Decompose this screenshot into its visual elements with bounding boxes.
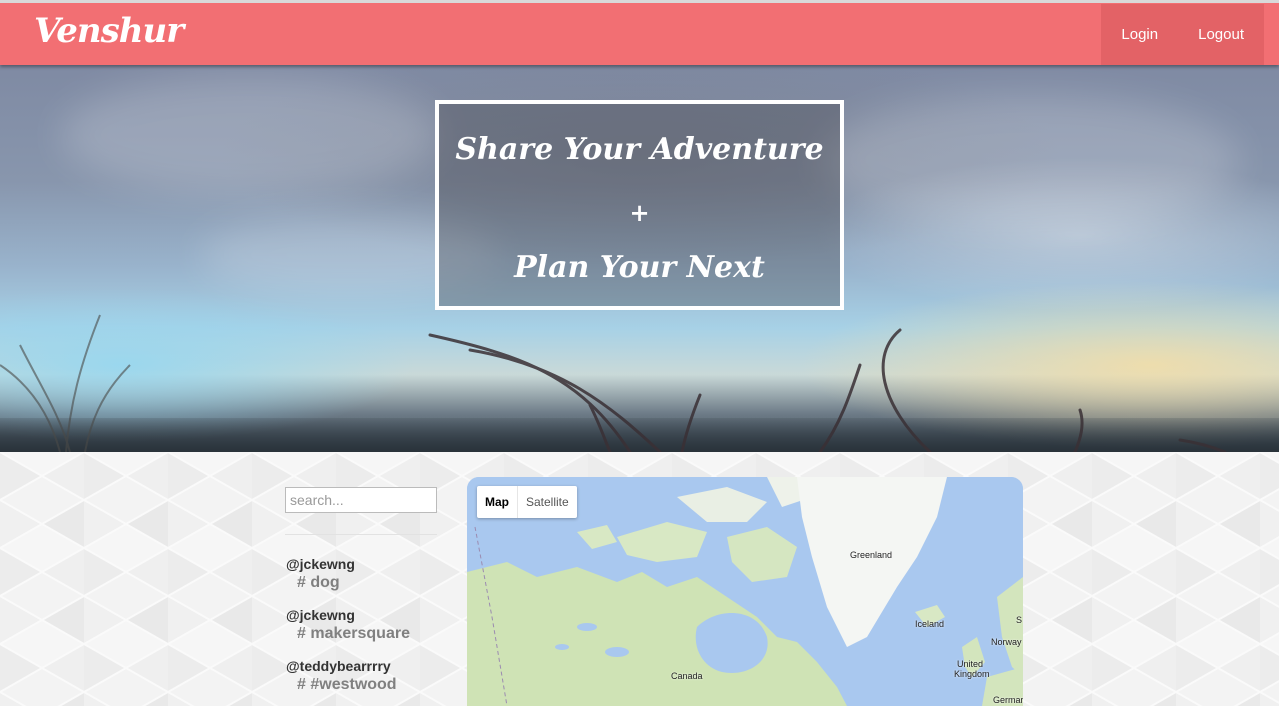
- post-hashtag[interactable]: # #westwood: [286, 676, 446, 694]
- content-section: @jckewng # dog @jckewng # makersquare @t…: [0, 452, 1279, 706]
- navbar: Venshur Login Logout: [0, 0, 1279, 65]
- post-username[interactable]: @teddybearrrry: [286, 658, 446, 674]
- map-label-germany: Germar: [993, 695, 1023, 705]
- divider: [285, 534, 437, 535]
- post-username[interactable]: @jckewng: [286, 556, 446, 572]
- map-type-satellite-button[interactable]: Satellite: [517, 486, 577, 518]
- map-label-uk-line-1: United: [957, 659, 984, 669]
- map-type-map-button[interactable]: Map: [477, 486, 517, 518]
- list-item[interactable]: @jckewng # dog: [286, 556, 446, 607]
- map-label-uk-line-2: Kingdom: [954, 669, 990, 679]
- hero-line-2: Plan Your Next: [514, 250, 765, 285]
- hero-banner: Share Your Adventure + Plan Your Next: [0, 65, 1279, 452]
- map-label-greenland: Greenland: [850, 550, 893, 560]
- hero-tagline-box: Share Your Adventure + Plan Your Next: [435, 100, 844, 310]
- brand-logo[interactable]: Venshur: [34, 11, 184, 51]
- map-type-control: Map Satellite: [477, 486, 577, 518]
- list-item[interactable]: @teddybearrrry # #westwood: [286, 658, 446, 706]
- login-button[interactable]: Login: [1101, 4, 1178, 65]
- logout-button[interactable]: Logout: [1178, 4, 1264, 65]
- hero-plus: +: [629, 198, 650, 227]
- hero-line-1: Share Your Adventure: [455, 132, 824, 167]
- post-hashtag[interactable]: # dog: [286, 574, 446, 592]
- map-label-s: S: [1016, 615, 1023, 625]
- world-map[interactable]: Map Satellite Greenland Iceland Norway S…: [467, 477, 1023, 706]
- list-item[interactable]: @jckewng # makersquare: [286, 607, 446, 658]
- map-label-canada: Canada: [671, 671, 703, 681]
- map-label-iceland: Iceland: [915, 619, 945, 629]
- post-hashtag[interactable]: # makersquare: [286, 625, 446, 643]
- map-label-norway: Norway: [991, 637, 1022, 647]
- post-username[interactable]: @jckewng: [286, 607, 446, 623]
- search-input[interactable]: [285, 487, 437, 513]
- post-feed: @jckewng # dog @jckewng # makersquare @t…: [286, 556, 446, 706]
- nav-actions: Login Logout: [1101, 4, 1264, 65]
